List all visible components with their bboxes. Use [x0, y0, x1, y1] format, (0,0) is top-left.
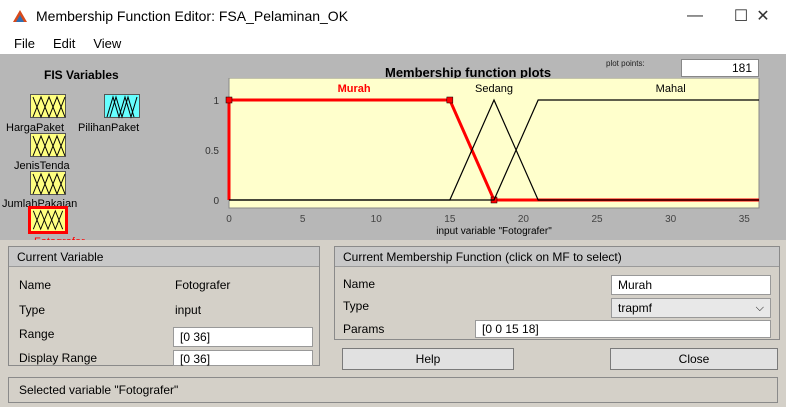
display-range-input[interactable]: [0 36]	[173, 350, 313, 366]
current-mf-header: Current Membership Function (click on MF…	[335, 247, 779, 267]
plot-points-input[interactable]: 181	[681, 59, 759, 77]
var-type-value: input	[175, 303, 202, 317]
mf-params-input[interactable]: [0 0 15 18]	[475, 320, 771, 338]
title-bar: Membership Function Editor: FSA_Pelamina…	[0, 0, 786, 32]
x-tick-label: 0	[226, 214, 232, 225]
x-tick-label: 15	[444, 214, 456, 225]
matlab-icon	[13, 10, 27, 22]
mf-type-label: Type	[343, 299, 370, 313]
var-box-jenistenda[interactable]	[30, 133, 66, 158]
mf-type-select[interactable]: trapmf ⌵	[611, 298, 771, 318]
mf-label-mahal: Mahal	[656, 83, 686, 95]
upper-panel: FIS Variables HargaPaket PilihanPaket Je…	[0, 54, 786, 240]
input-mf-icon	[32, 172, 66, 196]
minimize-button[interactable]: —	[672, 0, 718, 32]
input-mf-icon	[32, 95, 66, 119]
x-tick-label: 10	[371, 214, 383, 225]
help-button[interactable]: Help	[342, 348, 514, 370]
var-name-value: Fotografer	[175, 278, 231, 292]
input-mf-icon	[32, 134, 66, 158]
menu-file[interactable]: File	[14, 36, 35, 51]
current-mf-panel: Current Membership Function (click on MF…	[334, 246, 780, 340]
mf-plot[interactable]: 1 0.5 00 5 10 15 20 25 30 35 input variable "Fotog…	[195, 78, 775, 240]
close-button[interactable]: Close	[610, 348, 778, 370]
range-input[interactable]: [0 36]	[173, 327, 313, 347]
mf-breakpoint-marker	[225, 96, 233, 104]
var-box-jumlahpakaian[interactable]	[30, 171, 66, 196]
mf-label-sedang: Sedang	[475, 83, 513, 95]
menu-bar: File Edit View	[0, 32, 786, 54]
menu-edit[interactable]: Edit	[53, 36, 75, 51]
x-axis-label: input variable "Fotografer"	[436, 226, 552, 237]
current-variable-panel: Current Variable Name Fotografer Type in…	[8, 246, 320, 366]
close-window-button[interactable]: ✕	[740, 0, 786, 32]
display-range-label: Display Range	[19, 351, 98, 365]
var-box-hargapaket[interactable]	[30, 94, 66, 119]
mf-params-label: Params	[343, 322, 385, 336]
lower-panel: Current Variable Name Fotografer Type in…	[0, 240, 786, 407]
plot-points-label: plot points:	[606, 59, 645, 68]
var-type-label: Type	[19, 303, 46, 317]
menu-view[interactable]: View	[93, 36, 121, 51]
var-box-pilihanpaket[interactable]	[104, 94, 140, 119]
mf-breakpoint-marker	[446, 96, 454, 104]
range-label: Range	[19, 327, 55, 341]
var-box-fotografer[interactable]	[28, 206, 68, 234]
var-label-pilihanpaket: PilihanPaket	[78, 122, 140, 134]
x-tick-label: 30	[665, 214, 677, 225]
y-tick-label: 0	[213, 196, 219, 207]
mf-label-murah: Murah	[338, 83, 371, 95]
y-tick-label: 0.5	[205, 146, 219, 157]
input-mf-icon	[32, 209, 64, 231]
window-title: Membership Function Editor: FSA_Pelamina…	[36, 8, 349, 24]
mf-name-label: Name	[343, 277, 376, 291]
x-tick-label: 20	[518, 214, 530, 225]
x-tick-label: 35	[739, 214, 751, 225]
x-tick-label: 5	[300, 214, 306, 225]
status-bar: Selected variable "Fotografer"	[8, 377, 778, 403]
plot-area	[228, 78, 760, 209]
x-tick-label: 25	[591, 214, 603, 225]
output-mf-icon	[106, 95, 138, 119]
fis-variables-title: FIS Variables	[44, 68, 119, 82]
current-variable-header: Current Variable	[9, 247, 319, 267]
chevron-down-icon: ⌵	[755, 302, 764, 314]
y-tick-label: 1	[213, 96, 219, 107]
mf-type-value: trapmf	[618, 301, 653, 315]
mf-name-input[interactable]: Murah	[611, 275, 771, 295]
var-name-label: Name	[19, 278, 52, 292]
